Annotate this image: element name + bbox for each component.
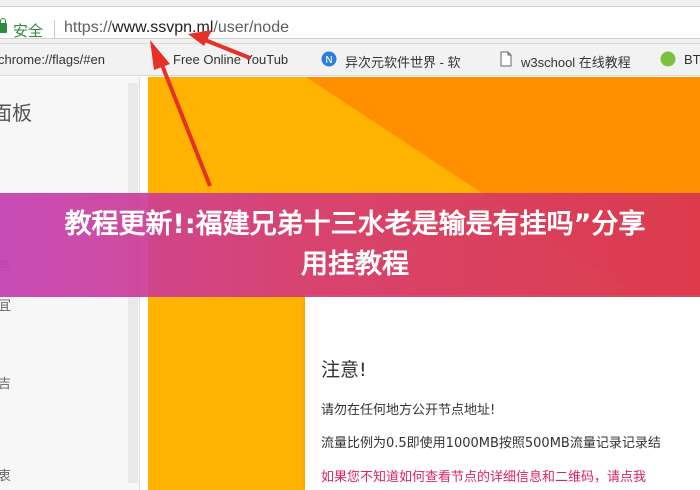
- notice-help-link[interactable]: 如果您不知道如何查看节点的详细信息和二维码，请点我: [321, 466, 646, 485]
- bookmarks-bar: chrome://flags/#en Free Online YouTub N …: [0, 44, 700, 76]
- leaf-icon: [660, 51, 676, 67]
- notice-card: 注意! 请勿在任何地方公开节点地址! 流量比例为0.5即使用1000MB按照50…: [305, 295, 700, 490]
- url-text[interactable]: https://www.ssvpn.ml/user/node: [64, 19, 289, 37]
- bookmark-chrome-flags[interactable]: chrome://flags/#en: [0, 52, 105, 67]
- title-banner: 教程更新!:福建兄弟十三水老是输是有挂吗”分享用挂教程: [0, 193, 700, 297]
- iplaysoft-icon: N: [321, 51, 337, 67]
- bookmark-iplaysoft[interactable]: 异次元软件世界 - 软: [345, 52, 461, 71]
- url-prefix: https://: [64, 19, 113, 36]
- sidebar-item[interactable]: 冝: [0, 295, 11, 314]
- notice-line: 请勿在任何地方公开节点地址!: [321, 403, 496, 418]
- bookmark-free-online-youtube[interactable]: Free Online YouTub: [173, 52, 288, 67]
- url-path: /user/node: [213, 19, 289, 36]
- sidebar-item[interactable]: 衷: [0, 465, 11, 484]
- notice-line: 流量比例为0.5即使用1000MB按照500MB流量记录记录结: [321, 436, 661, 451]
- omnibox-divider: [54, 20, 55, 39]
- sidebar-item[interactable]: 吉: [0, 373, 11, 392]
- sidebar-title: 面板: [0, 101, 32, 125]
- notice-title: 注意!: [321, 359, 367, 381]
- document-icon: [500, 51, 512, 67]
- svg-text:N: N: [325, 55, 332, 66]
- bookmark-bt[interactable]: BT: [684, 52, 700, 67]
- url-host: www.ssvpn.ml: [112, 19, 214, 36]
- omnibox[interactable]: 安全 https://www.ssvpn.ml/user/node: [0, 6, 700, 40]
- browser-address-bar: 安全 https://www.ssvpn.ml/user/node: [0, 0, 700, 44]
- banner-title: 教程更新!:福建兄弟十三水老是输是有挂吗”分享用挂教程: [64, 209, 646, 280]
- bookmark-w3school[interactable]: w3school 在线教程: [521, 52, 631, 71]
- star-icon: [151, 52, 165, 66]
- lock-icon: [0, 18, 7, 33]
- secure-label: 安全: [13, 22, 44, 40]
